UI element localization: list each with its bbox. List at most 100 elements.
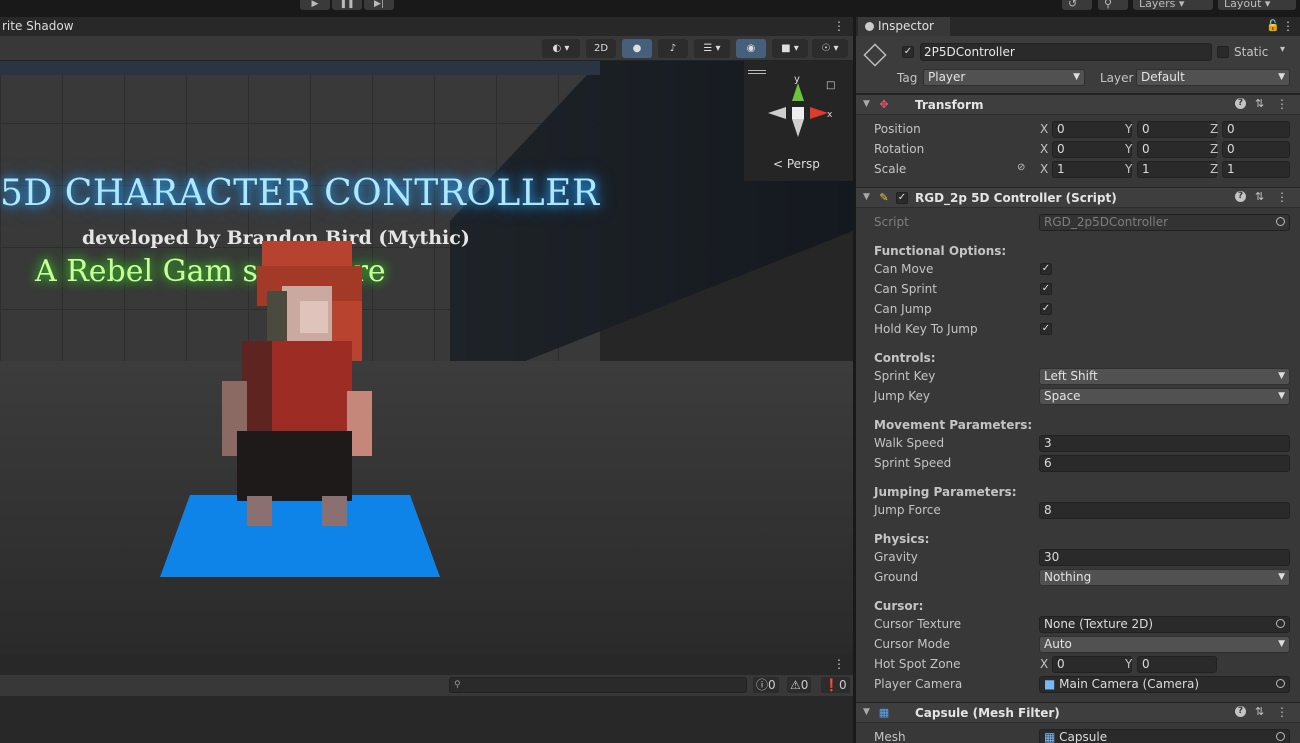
- toggle-2d-button[interactable]: 2D: [586, 39, 616, 58]
- console-menu-icon[interactable]: ⋮: [833, 657, 845, 671]
- scale-x-field[interactable]: 1: [1052, 161, 1132, 178]
- object-picker-icon[interactable]: [1276, 679, 1285, 688]
- inspector-menu-icon[interactable]: ⋮: [1282, 19, 1294, 33]
- inspector-tab[interactable]: Inspector: [858, 17, 950, 36]
- hold-key-label: Hold Key To Jump: [874, 322, 978, 336]
- mesh-field[interactable]: ▦ Capsule: [1039, 729, 1290, 743]
- script-component-header[interactable]: ▼ ✎ ✓ RGD_2p 5D Controller (Script) ? ⇅ …: [856, 187, 1300, 208]
- component-menu-icon[interactable]: ⋮: [1276, 97, 1288, 111]
- cursor-mode-dropdown[interactable]: Auto ▼: [1039, 636, 1290, 653]
- hold-key-checkbox[interactable]: ✓: [1040, 323, 1052, 335]
- step-button[interactable]: ▶|: [364, 0, 394, 10]
- axis-gizmo-icon[interactable]: y x □: [744, 61, 853, 151]
- console-search-input[interactable]: ⚲: [449, 677, 747, 693]
- foldout-arrow-icon[interactable]: ▼: [863, 707, 870, 717]
- history-icon[interactable]: ↺: [1062, 0, 1092, 10]
- component-menu-icon[interactable]: ⋮: [1276, 705, 1288, 719]
- hotspot-y-field[interactable]: 0: [1137, 656, 1217, 673]
- scale-z-field[interactable]: 1: [1222, 161, 1290, 178]
- foldout-arrow-icon[interactable]: ▼: [863, 99, 870, 109]
- effects-icon[interactable]: ☰ ▾: [694, 39, 730, 58]
- player-camera-field[interactable]: ■ Main Camera (Camera): [1039, 676, 1290, 693]
- console-body[interactable]: [0, 696, 853, 743]
- shading-mode-icon[interactable]: ◐ ▾: [542, 39, 580, 58]
- can-sprint-label: Can Sprint: [874, 282, 937, 296]
- layer-dropdown[interactable]: Default ▼: [1136, 69, 1290, 86]
- scale-y-field[interactable]: 1: [1137, 161, 1217, 178]
- info-count-badge[interactable]: ⓘ0: [753, 677, 779, 693]
- scene-viewport[interactable]: 5D CHARACTER CONTROLLER developed by Bra…: [0, 61, 853, 655]
- lighting-icon[interactable]: ●: [622, 39, 652, 58]
- transform-header[interactable]: ▼ ✥ Transform ? ⇅ ⋮: [856, 94, 1300, 115]
- transform-title: Transform: [915, 98, 984, 112]
- scene-menu-icon[interactable]: ⋮: [833, 17, 845, 36]
- hotspot-x-field[interactable]: 0: [1052, 656, 1132, 673]
- tag-dropdown[interactable]: Player ▼: [923, 69, 1085, 86]
- help-icon[interactable]: ?: [1235, 191, 1246, 202]
- help-icon[interactable]: ?: [1235, 706, 1246, 717]
- rotation-y-label: Y: [1125, 142, 1133, 156]
- script-component-title: RGD_2p 5D Controller (Script): [915, 191, 1117, 205]
- search-icon[interactable]: ⚲: [1098, 0, 1128, 10]
- position-x-field[interactable]: 0: [1052, 121, 1132, 138]
- audio-icon[interactable]: ♪: [658, 39, 688, 58]
- error-icon: ❗: [824, 678, 839, 692]
- scene-tab[interactable]: rite Shadow ⋮: [0, 17, 853, 36]
- can-move-checkbox[interactable]: ✓: [1040, 263, 1052, 275]
- warning-icon: ⚠: [790, 678, 801, 692]
- axis-y-label: y: [794, 74, 800, 85]
- position-z-field[interactable]: 0: [1222, 121, 1290, 138]
- presets-icon[interactable]: ⇅: [1255, 705, 1264, 718]
- object-picker-icon[interactable]: [1276, 732, 1285, 741]
- walk-speed-field[interactable]: 3: [1039, 435, 1290, 452]
- can-jump-checkbox[interactable]: ✓: [1040, 303, 1052, 315]
- script-enabled-checkbox[interactable]: ✓: [896, 192, 908, 204]
- cursor-texture-value: None (Texture 2D): [1044, 617, 1154, 631]
- visibility-icon[interactable]: ◉: [736, 39, 766, 58]
- presets-icon[interactable]: ⇅: [1255, 190, 1264, 203]
- gizmos-icon[interactable]: ☉ ▾: [812, 39, 848, 58]
- static-dropdown-icon[interactable]: ▾: [1280, 44, 1285, 55]
- camera-icon: ■: [1044, 677, 1056, 691]
- play-button[interactable]: ▶: [300, 0, 330, 10]
- component-menu-icon[interactable]: ⋮: [1276, 190, 1288, 204]
- static-checkbox[interactable]: [1217, 46, 1229, 58]
- ground-dropdown[interactable]: Nothing ▼: [1039, 569, 1290, 586]
- rotation-y-field[interactable]: 0: [1137, 141, 1217, 158]
- presets-icon[interactable]: ⇅: [1255, 97, 1264, 110]
- object-picker-icon[interactable]: [1276, 619, 1285, 628]
- position-y-field[interactable]: 0: [1137, 121, 1217, 138]
- camera-icon[interactable]: ■ ▾: [772, 39, 808, 58]
- persp-label[interactable]: < Persp: [773, 157, 820, 171]
- rotation-z-field[interactable]: 0: [1222, 141, 1290, 158]
- help-icon[interactable]: ?: [1235, 98, 1246, 109]
- lock-icon[interactable]: 🔓: [1266, 19, 1280, 32]
- position-y-label: Y: [1125, 122, 1133, 136]
- cursor-mode-label: Cursor Mode: [874, 637, 950, 651]
- scene-tab-label: rite Shadow: [2, 19, 74, 33]
- walk-speed-label: Walk Speed: [874, 436, 945, 450]
- constrain-proportions-icon[interactable]: ⊘: [1017, 162, 1025, 173]
- can-sprint-checkbox[interactable]: ✓: [1040, 283, 1052, 295]
- warning-count-badge[interactable]: ⚠0: [787, 677, 812, 693]
- sprint-key-label: Sprint Key: [874, 369, 936, 383]
- gameobject-name-field[interactable]: 2P5DController: [920, 43, 1212, 61]
- gameobject-cube-icon[interactable]: [863, 43, 887, 67]
- mesh-filter-header[interactable]: ▼ ▦ Capsule (Mesh Filter) ? ⇅ ⋮: [856, 702, 1300, 723]
- error-count-badge[interactable]: ❗0: [821, 677, 850, 693]
- cursor-mode-value: Auto: [1044, 637, 1072, 651]
- orientation-gizmo[interactable]: y x □ < Persp: [744, 61, 853, 181]
- layers-dropdown[interactable]: Layers ▾: [1133, 0, 1213, 10]
- layout-dropdown[interactable]: Layout ▾: [1218, 0, 1296, 10]
- transform-icon: ✥: [879, 98, 889, 111]
- gameobject-active-checkbox[interactable]: ✓: [902, 46, 914, 58]
- pause-button[interactable]: ❚❚: [332, 0, 362, 10]
- sprint-key-dropdown[interactable]: Left Shift ▼: [1039, 368, 1290, 385]
- gravity-field[interactable]: 30: [1039, 549, 1290, 566]
- jump-key-dropdown[interactable]: Space ▼: [1039, 388, 1290, 405]
- rotation-x-field[interactable]: 0: [1052, 141, 1132, 158]
- cursor-texture-field[interactable]: None (Texture 2D): [1039, 616, 1290, 633]
- jump-force-field[interactable]: 8: [1039, 502, 1290, 519]
- sprint-speed-field[interactable]: 6: [1039, 455, 1290, 472]
- foldout-arrow-icon[interactable]: ▼: [863, 192, 870, 202]
